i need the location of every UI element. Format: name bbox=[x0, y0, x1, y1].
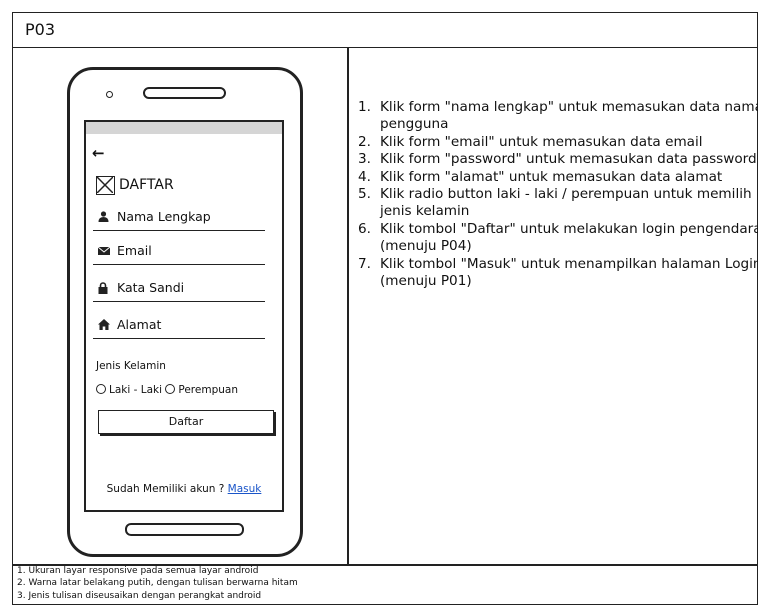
home-button bbox=[125, 523, 244, 536]
radio-circle-icon bbox=[165, 384, 176, 394]
instruction-list: 1. Klik form "nama lengkap" untuk memasuk… bbox=[358, 99, 758, 290]
list-item: 7. Klik tombol "Masuk" untuk menampilkan … bbox=[358, 255, 758, 290]
name-field-label: Nama Lengkap bbox=[117, 209, 211, 224]
speaker-slot bbox=[143, 87, 226, 99]
note-item: 2. Warna latar belakang putih, dengan tu… bbox=[17, 578, 298, 589]
camera-icon bbox=[106, 91, 113, 98]
design-notes: 1. Ukuran layar responsive pada semua la… bbox=[17, 565, 298, 602]
login-prompt-row: Sudah Memiliki akun ? Masuk bbox=[86, 483, 282, 495]
radio-female[interactable]: Perempuan bbox=[165, 384, 238, 396]
gender-radio-group: Laki - Laki Perempuan bbox=[96, 384, 238, 396]
register-button[interactable]: Daftar bbox=[98, 410, 274, 434]
arrow-left-icon[interactable]: ← bbox=[92, 144, 105, 162]
status-bar bbox=[86, 122, 282, 134]
register-title: DAFTAR bbox=[119, 177, 174, 193]
email-field[interactable]: Email bbox=[93, 241, 265, 265]
address-field-label: Alamat bbox=[117, 317, 162, 332]
password-field[interactable]: Kata Sandi bbox=[93, 278, 265, 302]
lock-icon bbox=[98, 282, 108, 297]
radio-male[interactable]: Laki - Laki bbox=[96, 384, 162, 396]
list-item: 5. Klik radio button laki - laki / peremp… bbox=[358, 186, 752, 220]
address-field[interactable]: Alamat bbox=[93, 315, 265, 339]
phone-screen: ← DAFTAR Nama Lengkap Email Kata Sandi A… bbox=[84, 120, 284, 512]
column-divider bbox=[347, 47, 349, 564]
radio-circle-icon bbox=[96, 384, 106, 394]
user-icon bbox=[98, 211, 109, 225]
page-id: P03 bbox=[25, 20, 56, 39]
name-field[interactable]: Nama Lengkap bbox=[93, 207, 265, 231]
email-field-label: Email bbox=[117, 243, 152, 258]
list-item: 4. Klik form "alamat" untuk memasukan dat… bbox=[358, 168, 723, 185]
page-header: P03 bbox=[13, 13, 757, 48]
list-item: 6. Klik tombol "Daftar" untuk melakukan l… bbox=[358, 220, 758, 255]
login-link[interactable]: Masuk bbox=[228, 483, 262, 495]
note-item: 1. Ukuran layar responsive pada semua la… bbox=[17, 566, 259, 576]
list-item: 2. Klik form "email" untuk memasukan data… bbox=[358, 133, 703, 150]
wireframe-frame: P03 ← DAFTAR Nama Lengkap Email Kata San… bbox=[12, 12, 758, 605]
envelope-icon bbox=[97, 245, 111, 259]
gender-label: Jenis Kelamin bbox=[96, 360, 166, 372]
note-item: 3. Jenis tulisan diseusaikan dengan pera… bbox=[17, 590, 262, 601]
image-placeholder-icon bbox=[96, 176, 115, 195]
list-item: 1. Klik form "nama lengkap" untuk memasuk… bbox=[358, 99, 758, 133]
list-item: 3. Klik form "password" untuk memasukan d… bbox=[358, 151, 757, 168]
password-field-label: Kata Sandi bbox=[117, 280, 185, 295]
login-prompt-text: Sudah Memiliki akun ? bbox=[106, 483, 225, 495]
phone-mockup: ← DAFTAR Nama Lengkap Email Kata Sandi A… bbox=[67, 67, 303, 557]
home-icon bbox=[98, 319, 110, 333]
